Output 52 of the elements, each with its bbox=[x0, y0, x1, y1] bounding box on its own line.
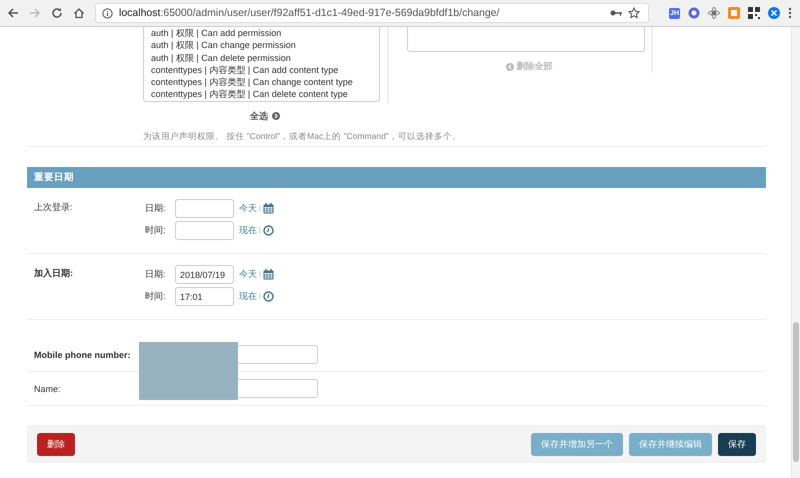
permission-option[interactable]: contenttypes | 内容类型 | Can change content type bbox=[151, 76, 372, 88]
field-label: 加入日期: bbox=[32, 267, 74, 280]
choose-all-link[interactable]: 全选 bbox=[250, 110, 280, 123]
text-input[interactable] bbox=[238, 345, 318, 364]
today-link[interactable]: 今天 bbox=[239, 202, 257, 215]
text-input[interactable] bbox=[238, 379, 318, 398]
address-bar[interactable]: localhost:65000/admin/user/user/f92aff51-d1c1-49ed-917e-569da9bfdf1b/change/ bbox=[95, 3, 650, 23]
field-label: 时间: bbox=[144, 224, 167, 237]
reload-icon[interactable] bbox=[51, 7, 63, 19]
help-text: 为该用户声明权限。 按住 "Control"，或者Mac上的 "Command"，可以选择多个。 bbox=[143, 131, 462, 143]
save-button[interactable]: 保存 bbox=[718, 432, 756, 456]
now-link[interactable]: 现在 bbox=[239, 290, 257, 303]
today-link[interactable]: 今天 bbox=[239, 268, 257, 281]
url-text: localhost:65000/admin/user/user/f92aff51-d1c1-49ed-917e-569da9bfdf1b/change/ bbox=[119, 7, 500, 19]
now-link[interactable]: 现在 bbox=[239, 224, 257, 237]
delete-button[interactable]: 删除 bbox=[37, 432, 75, 456]
extension-icon[interactable] bbox=[728, 7, 740, 19]
time-input[interactable]: 17:01 bbox=[175, 287, 234, 306]
home-icon[interactable] bbox=[73, 7, 85, 19]
scrollbar[interactable] bbox=[791, 27, 800, 478]
clock-icon[interactable] bbox=[262, 291, 274, 302]
field-label: 日期: bbox=[144, 268, 167, 281]
date-input[interactable]: 2018/07/19 bbox=[175, 265, 234, 284]
field-label: 上次登录: bbox=[33, 201, 74, 214]
qr-code-icon[interactable] bbox=[748, 7, 760, 19]
extension-icon[interactable] bbox=[768, 7, 780, 19]
calendar-icon[interactable] bbox=[262, 203, 274, 214]
star-icon[interactable] bbox=[628, 7, 640, 19]
time-input[interactable] bbox=[175, 221, 234, 240]
extension-icon[interactable] bbox=[708, 7, 720, 19]
field-label: 日期: bbox=[144, 202, 167, 215]
extension-icon[interactable] bbox=[688, 7, 700, 19]
arrow-left-icon bbox=[506, 62, 514, 70]
permission-option[interactable]: auth | 权限 | Can change permission bbox=[151, 39, 372, 52]
clock-icon[interactable] bbox=[262, 225, 274, 236]
fieldset-header: 重要日期 bbox=[27, 167, 766, 188]
field-label: Mobile phone number: bbox=[33, 350, 132, 360]
permission-list[interactable] bbox=[143, 27, 380, 102]
permission-option[interactable]: contenttypes | 内容类型 | Can add content type bbox=[151, 64, 372, 76]
field-label: Name: bbox=[33, 384, 62, 394]
permission-option[interactable]: auth | 权限 | Can delete permission bbox=[151, 52, 372, 64]
permission-option[interactable]: auth | 权限 | Can add permission bbox=[151, 27, 372, 40]
permission-option[interactable]: contenttypes | 内容类型 | Can delete content type bbox=[151, 88, 372, 101]
arrow-right-icon bbox=[272, 112, 280, 120]
date-input[interactable] bbox=[175, 199, 234, 218]
calendar-icon[interactable] bbox=[262, 269, 274, 280]
scrollbar-thumb[interactable] bbox=[793, 322, 799, 462]
key-icon[interactable] bbox=[610, 9, 622, 17]
field-label: 时间: bbox=[144, 290, 167, 303]
info-icon bbox=[102, 8, 113, 18]
back-icon[interactable] bbox=[7, 7, 19, 19]
menu-icon[interactable] bbox=[788, 7, 792, 19]
